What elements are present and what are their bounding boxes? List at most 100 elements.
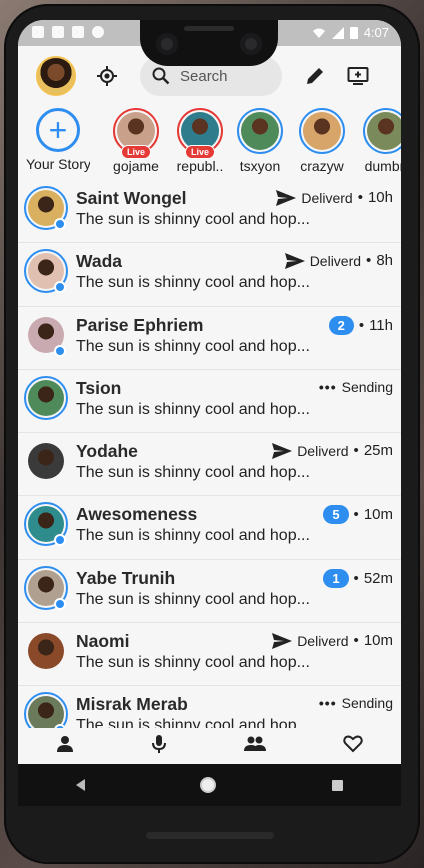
nav-profile[interactable] (56, 735, 74, 758)
story-item[interactable]: + Your Story (26, 108, 90, 172)
status-icons-left (32, 26, 104, 38)
contact-name: Wada (76, 251, 123, 272)
chat-row[interactable]: Awesomeness The sun is shinny cool and ho… (18, 496, 401, 560)
delivery-status: Deliverd (297, 442, 349, 459)
chat-row[interactable]: Wada The sun is shinny cool and hop... Del… (18, 243, 401, 307)
avatar (24, 629, 68, 673)
nav-voice[interactable] (151, 734, 167, 759)
live-badge: Live (184, 145, 216, 159)
earpiece (184, 26, 234, 31)
avatar-photo (28, 696, 64, 728)
settings-icon (32, 26, 44, 38)
timestamp: 10h (367, 189, 393, 206)
story-avatar (299, 108, 345, 154)
chat-row[interactable]: Naomi The sun is shinny cool and hop... De… (18, 623, 401, 687)
online-indicator (54, 344, 66, 357)
message-meta: Deliverd • 25m (272, 442, 393, 459)
search-input[interactable] (180, 67, 270, 85)
separator-dot: • (353, 569, 359, 587)
app-screen: 4:07 Search + Your Story Live gojame Liv… (18, 20, 401, 806)
contact-name: Parise Ephriem (76, 314, 204, 335)
compose-button[interactable] (300, 61, 330, 91)
story-name: crazyw (300, 158, 344, 174)
contact-name: Naomi (76, 631, 130, 652)
story-item[interactable]: dumbn (354, 108, 401, 174)
story-item[interactable]: tsxyon (228, 108, 292, 174)
avatar (24, 692, 68, 728)
timestamp: 8h (376, 252, 393, 270)
chat-row[interactable]: Saint Wongel The sun is shinny cool and h… (18, 180, 401, 244)
send-icon (272, 632, 293, 649)
message-meta: ••• Sending (319, 695, 393, 711)
message-preview: The sun is shinny cool and hop... (76, 654, 310, 672)
message-preview: The sun is shinny cool and hop... (76, 274, 310, 292)
system-navigation (18, 764, 401, 806)
front-camera-right (240, 33, 262, 55)
story-name: gojame (113, 158, 159, 174)
back-icon[interactable] (75, 779, 85, 791)
story-avatar (363, 108, 401, 154)
new-group-button[interactable] (344, 61, 374, 91)
recents-icon[interactable] (332, 779, 344, 791)
message-preview: The sun is shinny cool and hop... (76, 464, 310, 482)
chat-row[interactable]: Yodahe The sun is shinny cool and hop... D… (18, 433, 401, 497)
status-icons-right: 4:07 (312, 25, 389, 40)
message-meta: 5 • 10m (323, 505, 393, 525)
delivery-status: Sending (341, 378, 393, 395)
contact-name: Misrak Merab (76, 694, 188, 715)
avatar-photo (28, 443, 64, 480)
avatar-photo (28, 379, 64, 416)
wifi-icon (312, 28, 325, 38)
nav-people[interactable] (243, 736, 266, 757)
separator-dot: • (353, 442, 359, 460)
unread-badge: 5 (323, 505, 349, 525)
story-avatar (237, 108, 283, 154)
message-preview: The sun is shinny cool and hop... (76, 590, 310, 608)
story-item[interactable]: Live republ.. (168, 108, 232, 174)
live-badge: Live (120, 145, 152, 159)
story-name: dumbn (364, 158, 401, 174)
story-item[interactable]: crazyw (290, 108, 354, 174)
message-meta: Deliverd • 10m (272, 632, 393, 649)
person-icon (57, 735, 74, 752)
delivery-status: Sending (341, 695, 393, 712)
online-indicator (54, 597, 66, 610)
story-avatar: Live (177, 108, 223, 159)
timestamp: 10m (363, 506, 393, 524)
contact-name: Yodahe (76, 441, 138, 462)
contact-name: Saint Wongel (76, 188, 187, 208)
battery-icon (349, 27, 358, 39)
delivery-status: Deliverd (301, 189, 353, 206)
story-avatar: Live (113, 108, 159, 159)
avatar-photo (28, 633, 64, 670)
timestamp: 25m (363, 442, 393, 460)
online-indicator (54, 281, 66, 294)
home-icon[interactable] (200, 777, 217, 793)
timestamp: 10m (363, 632, 393, 650)
story-item[interactable]: Live gojame (104, 108, 168, 174)
send-icon (284, 252, 305, 269)
clock: 4:07 (363, 25, 389, 40)
nav-likes[interactable] (342, 735, 363, 758)
unread-badge: 1 (323, 568, 349, 588)
profile-avatar[interactable] (36, 56, 76, 96)
chat-row[interactable]: Misrak Merab The sun is shinny cool and h… (18, 686, 401, 728)
delivery-status: Deliverd (309, 252, 362, 269)
chat-row[interactable]: Tsion The sun is shinny cool and hop... ••… (18, 370, 401, 434)
send-icon (276, 189, 297, 206)
online-indicator (54, 534, 66, 547)
avatar (24, 375, 68, 420)
more-dots-icon: ••• (318, 695, 337, 712)
chat-row[interactable]: Parise Ephriem The sun is shinny cool and… (18, 307, 401, 370)
front-camera-left (156, 33, 178, 55)
location-target-icon (97, 66, 117, 86)
stories-row: + Your Story Live gojame Live republ.. tsxyon c… (18, 108, 401, 178)
location-button[interactable] (92, 61, 122, 91)
heart-icon (342, 735, 363, 752)
separator-dot: • (357, 189, 363, 206)
search-icon (152, 67, 170, 85)
chat-row[interactable]: Yabe Trunih The sun is shinny cool and ho… (18, 560, 401, 624)
message-meta: 1 • 52m (323, 568, 393, 588)
message-meta: ••• Sending (319, 379, 393, 395)
bottom-navigation (18, 728, 401, 764)
